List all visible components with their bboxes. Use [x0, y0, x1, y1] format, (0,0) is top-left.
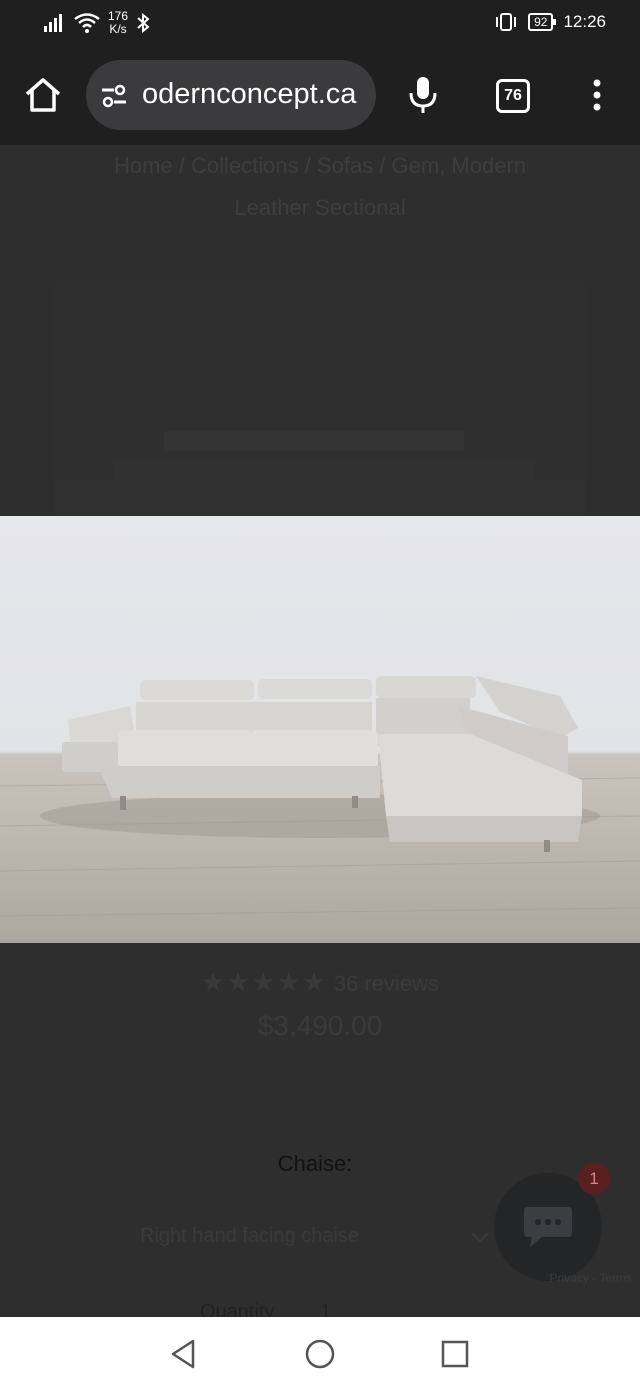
battery-indicator: 92	[528, 13, 557, 31]
quantity-value[interactable]: 1	[320, 1301, 331, 1317]
review-count[interactable]: 36 reviews	[334, 971, 439, 996]
back-icon[interactable]	[167, 1337, 201, 1371]
address-bar[interactable]: odernconcept.ca	[86, 60, 376, 130]
chaise-select[interactable]: Right hand facing chaise	[118, 1215, 518, 1259]
product-rating[interactable]: ★★★★★ 36 reviews	[0, 967, 640, 998]
net-speed-unit: K/s	[109, 22, 127, 36]
dimmed-sofa-graphic	[54, 431, 586, 515]
breadcrumb-line-2: Leather Sectional	[234, 195, 406, 220]
home-circle-icon[interactable]	[303, 1337, 337, 1371]
site-settings-icon[interactable]	[100, 84, 128, 108]
product-image[interactable]	[0, 516, 640, 943]
chaise-option-label: Chaise:	[277, 1151, 353, 1176]
home-icon[interactable]	[24, 77, 62, 113]
browser-toolbar: odernconcept.ca 76	[0, 44, 640, 145]
page-content: Home / Collections / Sofas / Gem, Modern…	[0, 145, 640, 1317]
recents-icon[interactable]	[438, 1337, 472, 1371]
vibrate-icon	[496, 13, 517, 31]
sofa-photo	[0, 676, 640, 943]
product-image-dimmed	[54, 281, 586, 515]
quantity-row[interactable]: Quantity 1	[200, 1301, 400, 1317]
recaptcha-badge[interactable]: Privacy - Terms	[520, 1261, 640, 1295]
wifi-icon	[74, 13, 100, 33]
chat-bubble-icon	[524, 1207, 572, 1247]
status-bar: 176 K/s 92 12:26	[0, 0, 640, 44]
tab-switcher-button[interactable]: 76	[496, 79, 530, 113]
signal-icon	[44, 14, 62, 32]
product-price: $3,490.00	[257, 1010, 383, 1041]
status-right: 92 12:26	[494, 12, 606, 32]
star-rating-icons: ★★★★★	[201, 967, 328, 997]
status-left: 176 K/s	[44, 10, 150, 36]
chat-unread-badge: 1	[578, 1163, 610, 1195]
chevron-down-icon	[471, 1232, 489, 1243]
url-text[interactable]: odernconcept.ca	[142, 78, 356, 111]
chaise-select-value[interactable]: Right hand facing chaise	[140, 1225, 359, 1248]
breadcrumb: Home / Collections / Sofas / Gem, Modern…	[60, 145, 580, 229]
net-speed: 176 K/s	[108, 10, 128, 36]
recaptcha-text[interactable]: Privacy - Terms	[550, 1271, 632, 1285]
more-menu-icon[interactable]	[590, 78, 604, 112]
system-navigation-bar	[0, 1317, 640, 1388]
breadcrumb-line-1[interactable]: Home / Collections / Sofas / Gem, Modern	[60, 145, 580, 187]
clock: 12:26	[563, 12, 606, 31]
quantity-label: Quantity	[200, 1301, 275, 1317]
microphone-icon[interactable]	[408, 76, 438, 114]
bluetooth-icon	[137, 13, 150, 33]
